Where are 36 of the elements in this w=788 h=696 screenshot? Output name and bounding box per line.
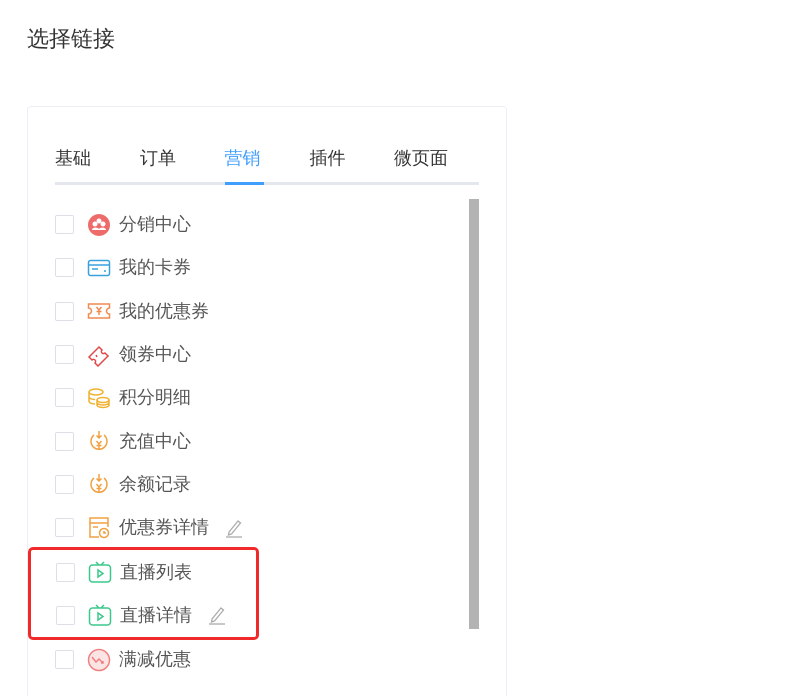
link-item[interactable]: 领券中心 [119, 341, 191, 368]
checkbox[interactable] [56, 606, 75, 625]
link-item[interactable]: 直播详情 [120, 602, 192, 629]
link-item[interactable]: 优惠券详情 [119, 514, 209, 542]
link-item[interactable]: 充值中心 [119, 428, 191, 455]
discount-icon [87, 648, 111, 672]
link-item[interactable]: 余额记录 [119, 470, 191, 498]
checkbox[interactable] [55, 215, 74, 234]
checkbox[interactable] [55, 432, 74, 451]
checkbox[interactable] [55, 474, 74, 494]
checkbox[interactable] [55, 518, 74, 538]
link-item[interactable]: 直播列表 [120, 558, 192, 586]
link-item[interactable]: 积分明细 [119, 384, 191, 412]
tv-play-icon [88, 560, 112, 584]
checkbox[interactable] [55, 388, 74, 408]
checkbox[interactable] [55, 258, 74, 278]
page-title: 选择链接 [27, 25, 115, 53]
link-item[interactable]: 我的卡券 [119, 254, 191, 282]
tab[interactable]: 订单 [140, 145, 225, 182]
pencil-icon[interactable] [225, 518, 243, 538]
scrollbar[interactable] [469, 199, 479, 629]
link-item[interactable]: 我的优惠券 [119, 298, 209, 325]
tab[interactable]: 插件 [309, 145, 394, 182]
checkbox[interactable] [56, 562, 75, 582]
coins-icon [87, 386, 111, 410]
checkbox[interactable] [55, 302, 74, 321]
document-clock-icon [87, 516, 111, 540]
checkbox[interactable] [55, 650, 74, 670]
tab[interactable]: 微页面 [394, 145, 479, 182]
tab[interactable]: 基础 [55, 145, 140, 182]
link-item[interactable]: 满减优惠 [119, 646, 191, 674]
checkbox[interactable] [55, 345, 74, 364]
pencil-icon[interactable] [208, 605, 226, 626]
link-item[interactable]: 分销中心 [119, 211, 191, 238]
people-icon [87, 212, 111, 237]
tv-play-icon [88, 603, 112, 628]
